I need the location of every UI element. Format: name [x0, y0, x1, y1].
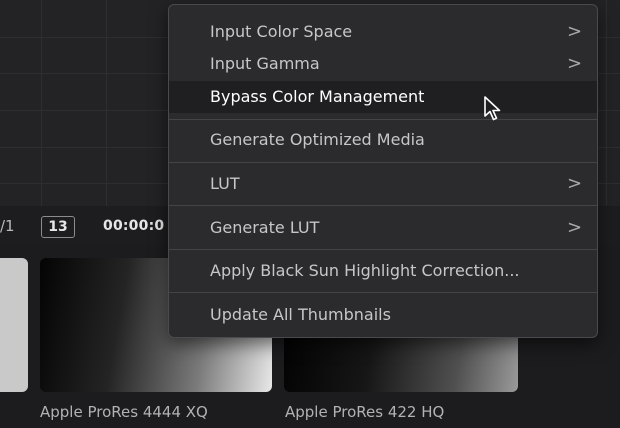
chevron-right-icon: >: [567, 173, 583, 194]
track-indicator: /1: [0, 217, 15, 235]
clip-name-label: Apple ProRes 4444 XQ: [40, 403, 208, 421]
arrow-pointer-icon: [484, 96, 501, 121]
menu-item-label: LUT: [210, 174, 240, 193]
grid-line: [606, 0, 607, 206]
grid-line: [41, 0, 42, 206]
menu-item-label: Update All Thumbnails: [210, 305, 391, 324]
menu-item-label: Bypass Color Management: [210, 87, 425, 106]
clip-context-menu: Input Color Space > Input Gamma > Bypass…: [168, 4, 598, 338]
menu-divider: [169, 205, 597, 206]
menu-divider: [169, 249, 597, 250]
frame-number-field[interactable]: 13: [41, 216, 75, 238]
menu-item-generate-optimized-media[interactable]: Generate Optimized Media: [169, 124, 597, 156]
chevron-right-icon: >: [567, 21, 583, 42]
chevron-right-icon: >: [567, 53, 583, 74]
menu-item-label: Generate LUT: [210, 218, 320, 237]
chevron-right-icon: >: [567, 217, 583, 238]
clip-name-label: Apple ProRes 422 HQ: [285, 403, 445, 421]
menu-item-label: Apply Black Sun Highlight Correction...: [210, 261, 520, 280]
menu-item-input-gamma[interactable]: Input Gamma >: [169, 48, 597, 80]
menu-item-generate-lut[interactable]: Generate LUT >: [169, 212, 597, 244]
menu-item-apply-black-sun-highlight-correction[interactable]: Apply Black Sun Highlight Correction...: [169, 255, 597, 287]
clip-thumbnail-partial[interactable]: [0, 258, 28, 392]
menu-item-lut[interactable]: LUT >: [169, 168, 597, 200]
menu-item-bypass-color-management[interactable]: Bypass Color Management: [169, 81, 597, 113]
menu-divider: [169, 119, 597, 120]
menu-item-label: Input Gamma: [210, 54, 320, 73]
menu-item-label: Input Color Space: [210, 22, 353, 41]
menu-divider: [169, 292, 597, 293]
resolve-media-pool: /1 13 00:00:0 Apple ProRes 4444 XQ Apple…: [0, 0, 620, 428]
timecode-display: 00:00:0: [103, 218, 165, 234]
menu-item-update-all-thumbnails[interactable]: Update All Thumbnails: [169, 299, 597, 331]
menu-item-label: Generate Optimized Media: [210, 130, 425, 149]
menu-divider: [169, 162, 597, 163]
menu-item-input-color-space[interactable]: Input Color Space >: [169, 16, 597, 48]
grid-line: [106, 0, 107, 206]
